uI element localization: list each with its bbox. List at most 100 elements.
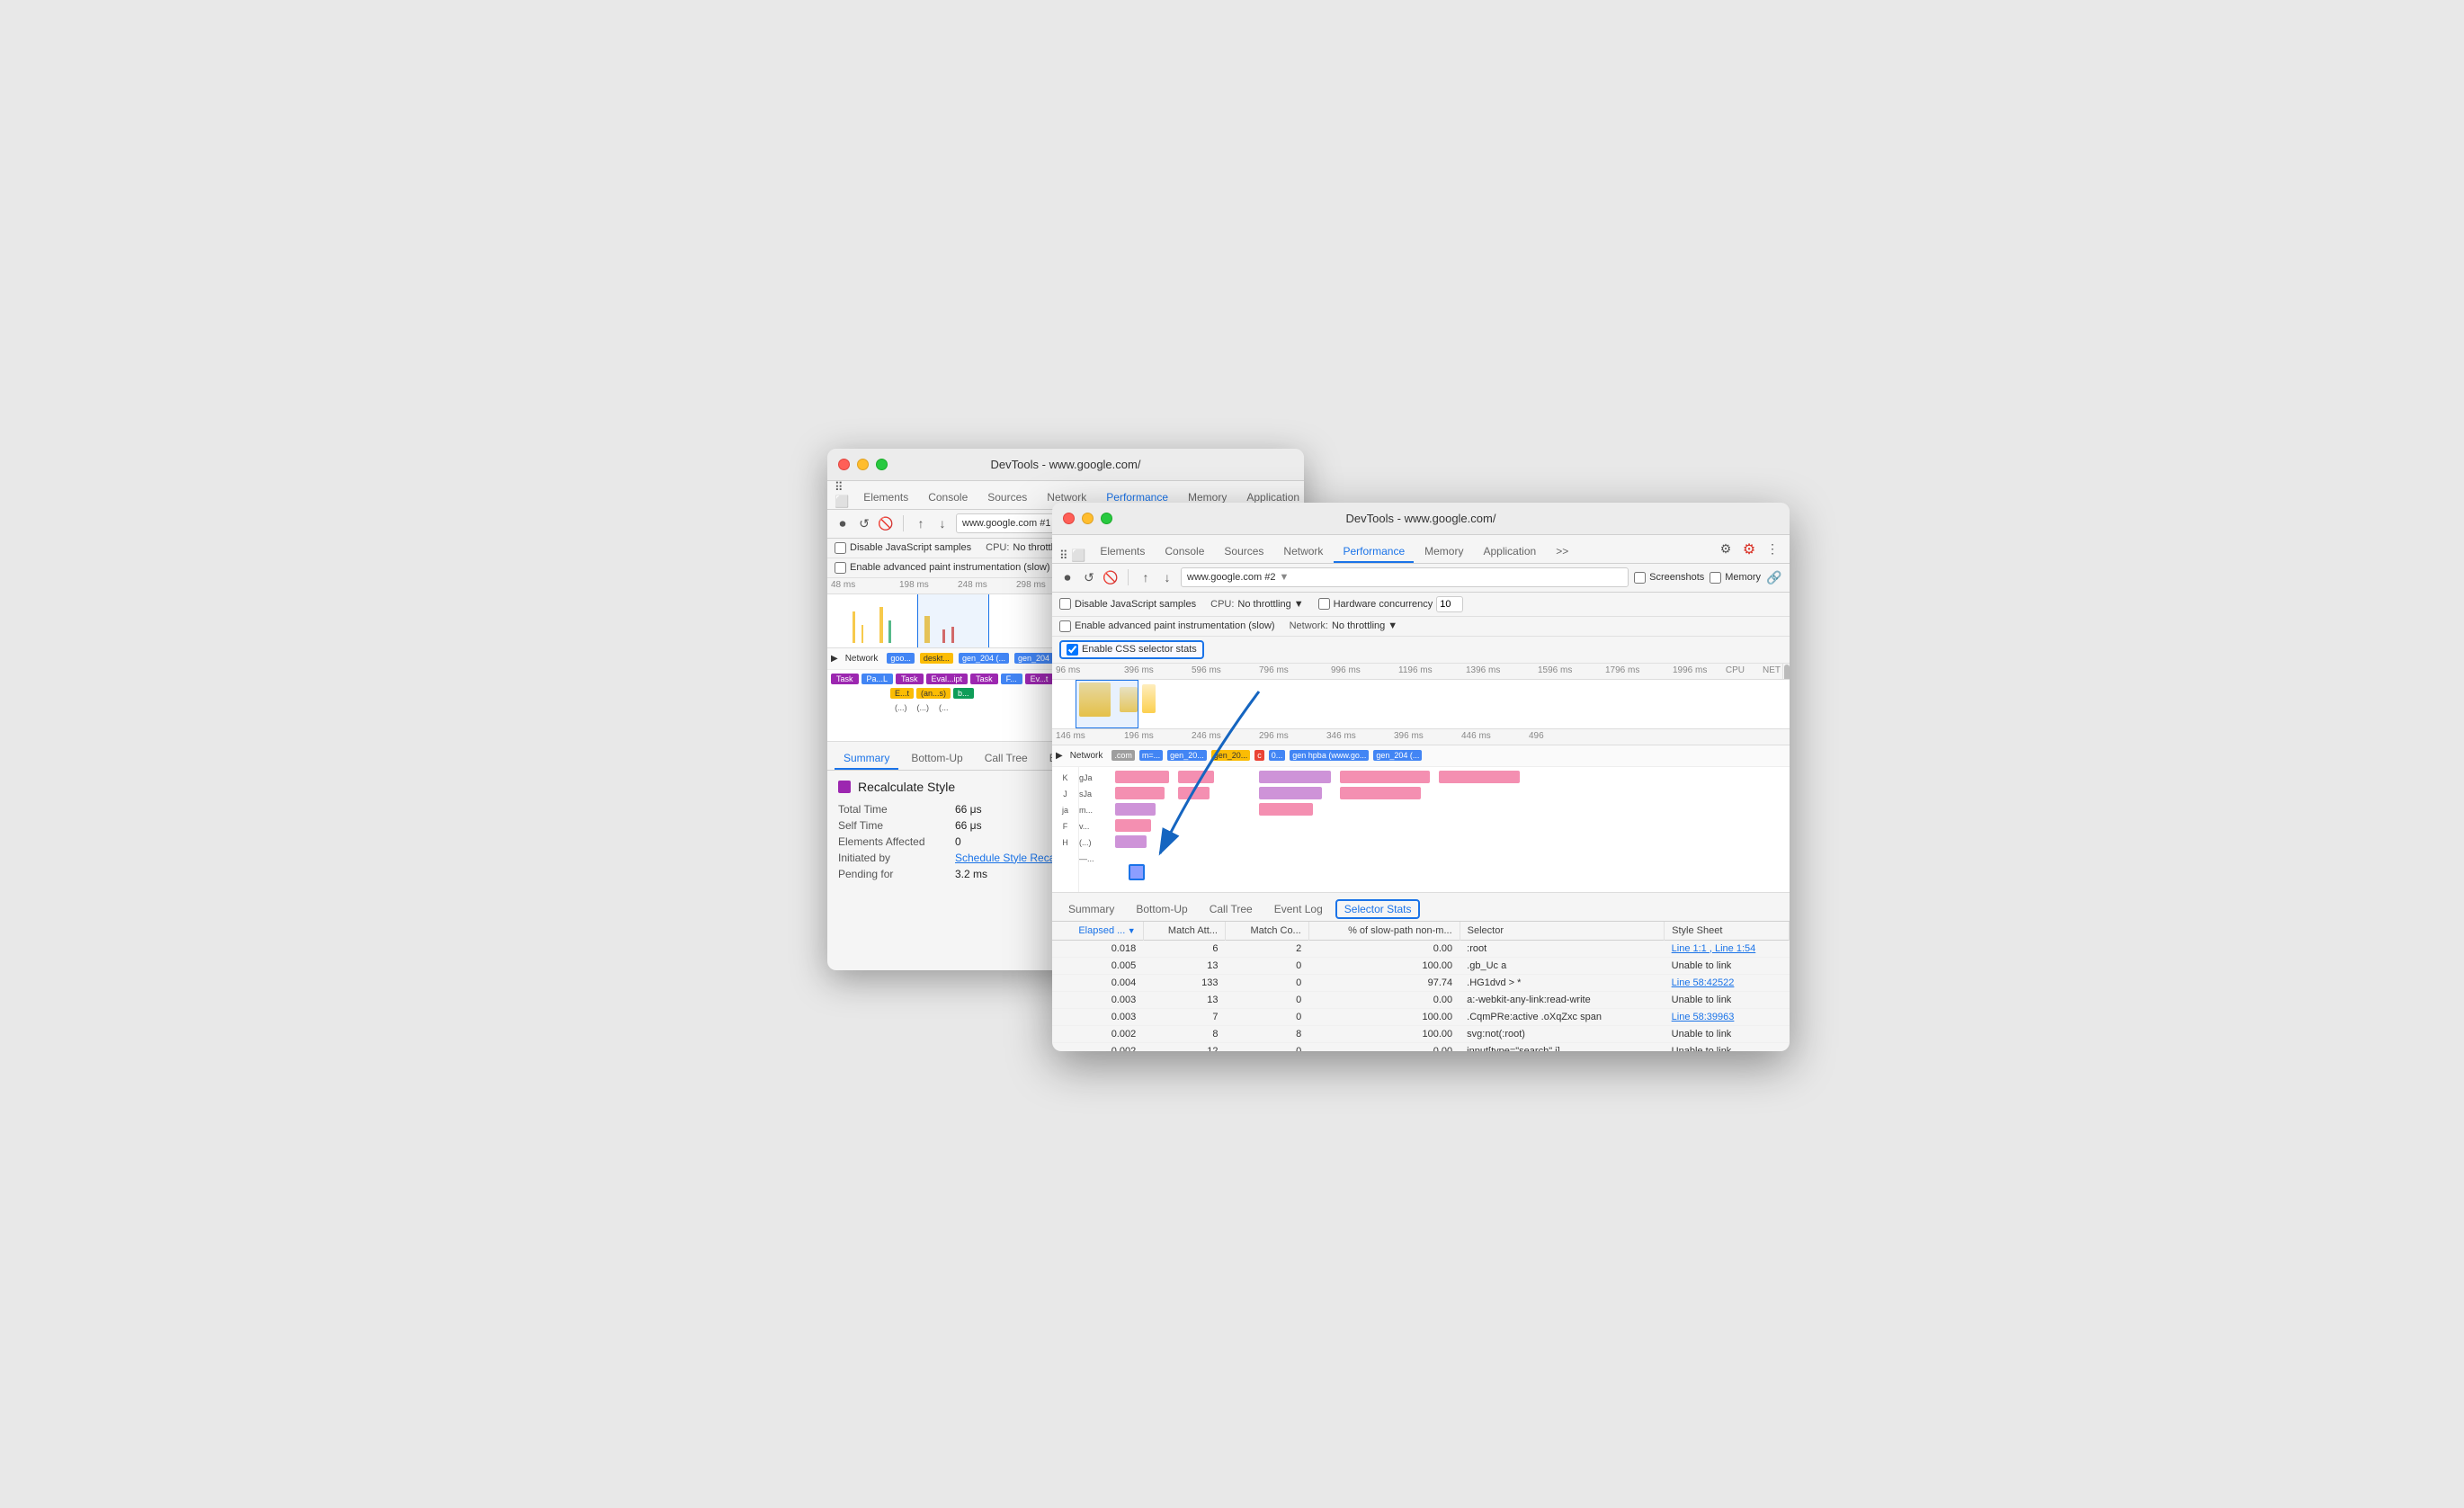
window-controls-front[interactable] bbox=[1063, 513, 1112, 524]
settings-icon-front[interactable]: ⚙ bbox=[1716, 540, 1736, 559]
more-icon-front[interactable]: ⋮ bbox=[1763, 540, 1782, 559]
col-stylesheet-front[interactable]: Style Sheet bbox=[1665, 922, 1790, 941]
close-button-front[interactable] bbox=[1063, 513, 1075, 524]
table-row[interactable]: 0.002 12 0 0.00 input[type="search" i] U… bbox=[1052, 1042, 1790, 1051]
link-icon-front[interactable]: 🔗 bbox=[1766, 569, 1782, 585]
tab-memory-front[interactable]: Memory bbox=[1415, 541, 1472, 563]
address-bar-front[interactable]: www.google.com #2 ▼ bbox=[1181, 567, 1629, 587]
tab-more-front[interactable]: >> bbox=[1547, 541, 1577, 563]
address-chevron-front[interactable]: ▼ bbox=[1279, 572, 1289, 583]
flame-block-row2-3-front bbox=[1259, 787, 1322, 799]
bottom-tabs-front: Summary Bottom-Up Call Tree Event Log Se… bbox=[1052, 893, 1790, 922]
css-selector-stats-container-front[interactable]: Enable CSS selector stats bbox=[1059, 640, 1204, 659]
col-matchatt-front[interactable]: Match Att... bbox=[1143, 922, 1225, 941]
bottom-tab-calltree-back[interactable]: Call Tree bbox=[976, 748, 1037, 770]
cell-stylesheet-0[interactable]: Line 1:1 , Line 1:54 bbox=[1665, 940, 1790, 957]
clear-icon-front[interactable]: 🚫 bbox=[1103, 569, 1119, 585]
flame-block-row1-1-front bbox=[1115, 771, 1169, 783]
disable-js-label-back: Disable JavaScript samples bbox=[850, 542, 971, 553]
advanced-paint-check-front[interactable]: Enable advanced paint instrumentation (s… bbox=[1059, 620, 1275, 632]
upload-icon-front[interactable]: ↑ bbox=[1138, 569, 1154, 585]
tab-network-front[interactable]: Network bbox=[1274, 541, 1332, 563]
disable-js-check-back[interactable]: Disable JavaScript samples bbox=[835, 542, 971, 554]
bottom-tab-eventlog-front[interactable]: Event Log bbox=[1265, 899, 1332, 921]
advanced-paint-input-back[interactable] bbox=[835, 562, 846, 574]
record-icon-back[interactable]: ⏺ bbox=[835, 515, 851, 531]
minimize-button-back[interactable] bbox=[857, 459, 869, 470]
network-expand-front[interactable]: ▶ bbox=[1056, 751, 1063, 761]
table-row[interactable]: 0.018 6 2 0.00 :root Line 1:1 , Line 1:5… bbox=[1052, 940, 1790, 957]
screenshots-checkbox-front[interactable]: Screenshots bbox=[1634, 572, 1704, 584]
upload-icon-back[interactable]: ↑ bbox=[913, 515, 929, 531]
ruler-mark-3-back: 248 ms bbox=[958, 580, 987, 590]
minimize-button-front[interactable] bbox=[1082, 513, 1094, 524]
tab-console-back[interactable]: Console bbox=[919, 487, 977, 509]
close-button-back[interactable] bbox=[838, 459, 850, 470]
network-select-front[interactable]: No throttling ▼ bbox=[1332, 620, 1397, 631]
flame-block-pal-back: Pa...L bbox=[862, 674, 894, 684]
css-selector-stats-check-front[interactable] bbox=[1067, 644, 1078, 656]
summary-val-pending-back: 3.2 ms bbox=[955, 868, 987, 880]
hw-concurrency-value-input-front[interactable] bbox=[1436, 596, 1463, 612]
col-matchco-front[interactable]: Match Co... bbox=[1225, 922, 1308, 941]
refresh-icon-front[interactable]: ↺ bbox=[1081, 569, 1097, 585]
cell-matchco-6: 0 bbox=[1225, 1042, 1308, 1051]
bottom-tab-bottomup-back[interactable]: Bottom-Up bbox=[902, 748, 971, 770]
bottom-tab-summary-back[interactable]: Summary bbox=[835, 748, 898, 770]
download-icon-back[interactable]: ↓ bbox=[934, 515, 951, 531]
network-value-front: No throttling bbox=[1332, 620, 1385, 631]
cell-stylesheet-2[interactable]: Line 58:42522 bbox=[1665, 974, 1790, 991]
window-controls-back[interactable] bbox=[838, 459, 888, 470]
maximize-button-front[interactable] bbox=[1101, 513, 1112, 524]
disable-js-check-front[interactable]: Disable JavaScript samples bbox=[1059, 598, 1196, 610]
disable-js-input-front[interactable] bbox=[1059, 598, 1071, 610]
cell-stylesheet-3: Unable to link bbox=[1665, 991, 1790, 1008]
tab-sources-back[interactable]: Sources bbox=[978, 487, 1036, 509]
table-row[interactable]: 0.002 8 8 100.00 svg:not(:root) Unable t… bbox=[1052, 1025, 1790, 1042]
tab-elements-back[interactable]: Elements bbox=[854, 487, 917, 509]
col-elapsed-front[interactable]: Elapsed ... bbox=[1052, 922, 1143, 941]
gear-red-icon-front[interactable]: ⚙ bbox=[1739, 540, 1759, 559]
memory-checkbox-front[interactable]: Memory bbox=[1710, 572, 1761, 584]
r-mark-4-front: 796 ms bbox=[1259, 665, 1289, 675]
bottom-tab-calltree-front[interactable]: Call Tree bbox=[1201, 899, 1262, 921]
table-row[interactable]: 0.004 133 0 97.74 .HG1dvd > * Line 58:42… bbox=[1052, 974, 1790, 991]
cell-stylesheet-4[interactable]: Line 58:39963 bbox=[1665, 1008, 1790, 1025]
tab-elements-front[interactable]: Elements bbox=[1091, 541, 1154, 563]
devtools-icons-front[interactable]: ⠿ ⬜ bbox=[1059, 549, 1085, 563]
tab-console-front[interactable]: Console bbox=[1156, 541, 1213, 563]
table-row[interactable]: 0.003 13 0 0.00 a:-webkit-any-link:read-… bbox=[1052, 991, 1790, 1008]
disable-js-input-back[interactable] bbox=[835, 542, 846, 554]
advanced-paint-check-back[interactable]: Enable advanced paint instrumentation (s… bbox=[835, 562, 1050, 574]
download-icon-front[interactable]: ↓ bbox=[1159, 569, 1175, 585]
advanced-paint-label-back: Enable advanced paint instrumentation (s… bbox=[850, 562, 1050, 573]
table-row[interactable]: 0.005 13 0 100.00 .gb_Uc a Unable to lin… bbox=[1052, 957, 1790, 974]
bottom-tab-bottomup-front[interactable]: Bottom-Up bbox=[1127, 899, 1196, 921]
hw-concurrency-check-front[interactable]: Hardware concurrency bbox=[1318, 596, 1464, 612]
col-selector-front[interactable]: Selector bbox=[1460, 922, 1665, 941]
network-item-4-back: gen_204 bbox=[1014, 653, 1053, 664]
tab-performance-front[interactable]: Performance bbox=[1334, 541, 1414, 563]
tab-application-front[interactable]: Application bbox=[1474, 541, 1545, 563]
screenshots-check-front[interactable] bbox=[1634, 572, 1646, 584]
selected-flame-block-front[interactable] bbox=[1129, 864, 1145, 880]
flame-label-sJa-front: sJa bbox=[1079, 787, 1106, 799]
cpu-select-front[interactable]: No throttling ▼ bbox=[1237, 599, 1303, 610]
cell-selector-6: input[type="search" i] bbox=[1460, 1042, 1665, 1051]
bottom-tab-selectorstats-front[interactable]: Selector Stats bbox=[1335, 899, 1421, 919]
tab-sources-front[interactable]: Sources bbox=[1215, 541, 1272, 563]
clear-icon-back[interactable]: 🚫 bbox=[878, 515, 894, 531]
cell-matchco-1: 0 bbox=[1225, 957, 1308, 974]
refresh-icon-back[interactable]: ↺ bbox=[856, 515, 872, 531]
table-container-front[interactable]: Elapsed ... Match Att... Match Co... % o… bbox=[1052, 922, 1790, 1051]
record-icon-front[interactable]: ⏺ bbox=[1059, 569, 1076, 585]
devtools-icons-back[interactable]: ⠿ ⬜ bbox=[835, 480, 849, 509]
col-pct-front[interactable]: % of slow-path non-m... bbox=[1308, 922, 1460, 941]
advanced-paint-input-front[interactable] bbox=[1059, 620, 1071, 632]
memory-check-front[interactable] bbox=[1710, 572, 1721, 584]
hw-concurrency-input-front[interactable] bbox=[1318, 598, 1330, 610]
table-row[interactable]: 0.003 7 0 100.00 .CqmPRe:active .oXqZxc … bbox=[1052, 1008, 1790, 1025]
bottom-tab-summary-front[interactable]: Summary bbox=[1059, 899, 1123, 921]
maximize-button-back[interactable] bbox=[876, 459, 888, 470]
network-expand-back[interactable]: ▶ bbox=[831, 654, 838, 664]
